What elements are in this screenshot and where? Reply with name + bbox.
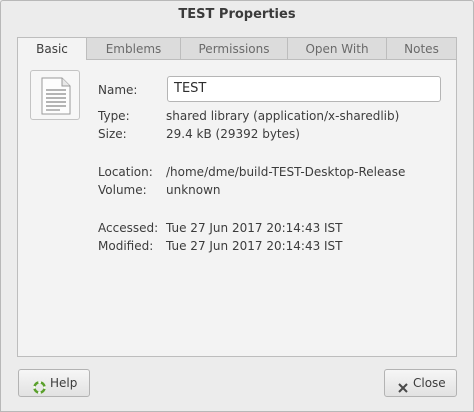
size-value: 29.4 kB (29392 bytes) — [166, 127, 300, 141]
help-button[interactable]: Help — [18, 369, 90, 397]
size-label: Size: — [98, 127, 127, 141]
window-title: TEST Properties — [178, 7, 296, 22]
modified-value: Tue 27 Jun 2017 20:14:43 IST — [166, 239, 343, 253]
volume-value: unknown — [166, 183, 221, 197]
close-icon — [397, 377, 409, 403]
location-value: /home/dme/build-TEST-Desktop-Release — [166, 165, 406, 179]
tab-basic[interactable]: Basic — [17, 37, 87, 60]
type-value: shared library (application/x-sharedlib) — [166, 109, 400, 123]
close-button[interactable]: Close — [384, 369, 457, 397]
accessed-value: Tue 27 Jun 2017 20:14:43 IST — [166, 221, 343, 235]
help-button-label: Help — [50, 376, 78, 390]
close-button-label: Close — [413, 376, 446, 390]
tab-notes[interactable]: Notes — [386, 37, 457, 59]
file-icon-button[interactable] — [30, 70, 80, 120]
name-label: Name: — [98, 83, 138, 97]
text-document-icon — [41, 77, 71, 115]
modified-label: Modified: — [98, 239, 154, 253]
accessed-label: Accessed: — [98, 221, 159, 235]
lifebuoy-icon — [33, 377, 46, 403]
tab-bar: Basic Emblems Permissions Open With Note… — [17, 37, 457, 60]
volume-label: Volume: — [98, 183, 147, 197]
location-label: Location: — [98, 165, 153, 179]
tab-emblems[interactable]: Emblems — [86, 37, 181, 59]
tab-permissions[interactable]: Permissions — [180, 37, 288, 59]
tab-open-with[interactable]: Open With — [287, 37, 387, 59]
type-label: Type: — [98, 109, 130, 123]
properties-dialog: TEST Properties Basic Emblems Permission… — [0, 0, 474, 412]
name-field[interactable]: TEST — [167, 76, 441, 102]
basic-panel: Name: TEST Type: shared library (applica… — [17, 59, 457, 357]
